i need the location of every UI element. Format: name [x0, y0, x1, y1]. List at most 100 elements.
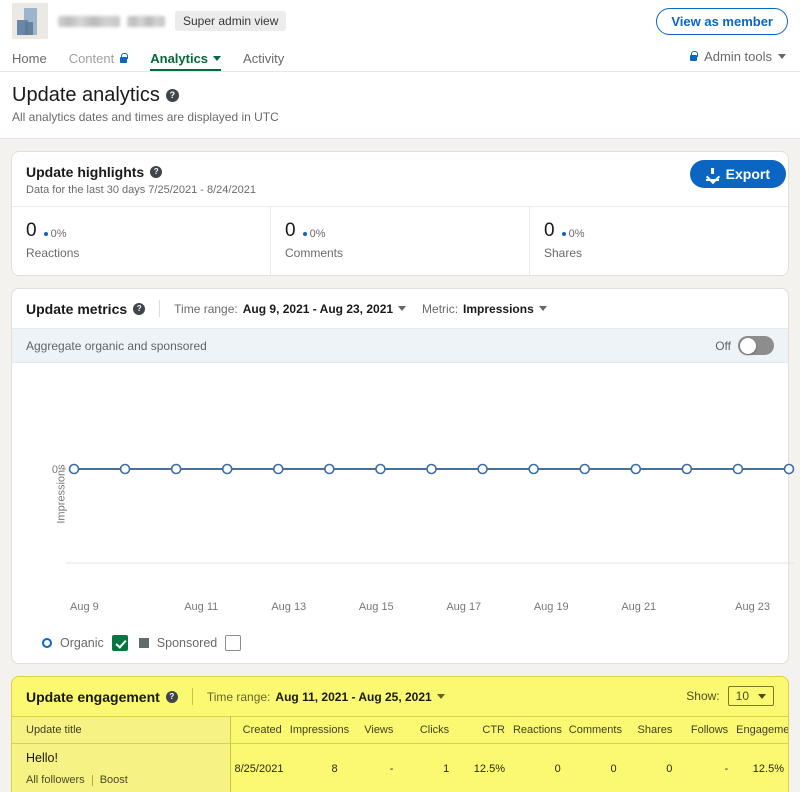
impressions-line-chart: Impressions 0 Aug 9 Aug 11 Aug 13 Aug 15 Aug… [12, 363, 795, 625]
chevron-down-icon [538, 306, 547, 311]
data-point[interactable] [681, 463, 693, 475]
boost-link[interactable]: Boost [100, 774, 128, 786]
col-clicks[interactable]: Clicks [397, 716, 454, 744]
col-impressions[interactable]: Impressions [285, 716, 349, 744]
company-logo-icon[interactable] [12, 3, 48, 39]
page-subtitle: All analytics dates and times are displa… [12, 110, 279, 124]
nav-item-activity-label: Activity [243, 51, 285, 66]
data-point[interactable] [375, 463, 386, 475]
nav-item-content-label: Content [68, 51, 115, 66]
show-rows-control: Show: 10 [686, 686, 774, 706]
x-tick-label: Aug 17 [446, 601, 482, 613]
nav-item-content[interactable]: Content [69, 51, 129, 71]
organization-name-redacted [58, 15, 165, 27]
x-tick-label: Aug 11 [184, 601, 219, 613]
legend-checkbox-organic[interactable] [111, 635, 128, 651]
table-header-row: Update title Created Impressions Views C… [12, 716, 788, 744]
help-icon[interactable]: ? [165, 89, 179, 102]
col-comments[interactable]: Comments [564, 716, 622, 744]
nav-item-home-label: Home [12, 51, 47, 66]
cell-ctr: 12.5% [473, 762, 505, 775]
legend-label-sponsored: Sponsored [156, 636, 218, 650]
export-button[interactable]: Export [689, 160, 786, 188]
stat-label: Shares [544, 246, 583, 260]
col-update-title[interactable]: Update title [12, 716, 231, 744]
legend-item-sponsored[interactable]: Sponsored [138, 635, 242, 651]
aggregate-toggle-switch[interactable] [738, 336, 774, 355]
page-title: Update analytics ? [12, 84, 788, 107]
data-point[interactable] [272, 463, 284, 475]
update-engagement-title-text: Update engagement [26, 688, 160, 705]
nav-item-activity[interactable]: Activity [243, 51, 284, 71]
primary-nav: Home Content Analytics Activity [0, 42, 800, 72]
legend-checkbox-sponsored[interactable] [225, 635, 242, 651]
stat-delta-text: 0% [568, 228, 585, 240]
data-point[interactable] [68, 463, 80, 475]
metric-value: Impressions [463, 301, 534, 316]
x-tick-label: Aug 13 [271, 601, 307, 613]
help-icon[interactable]: ? [133, 302, 146, 315]
chevron-down-icon [436, 694, 445, 699]
highlight-stat-shares: 0 0% Shares [530, 207, 788, 275]
x-tick-label: Aug 19 [533, 601, 569, 613]
data-point[interactable] [477, 463, 488, 475]
view-as-member-button[interactable]: View as member [656, 8, 788, 35]
col-ctr[interactable]: CTR [453, 716, 509, 744]
engagement-table: Update title Created Impressions Views C… [12, 716, 788, 792]
col-shares[interactable]: Shares [620, 716, 677, 744]
nav-item-analytics[interactable]: Analytics [150, 51, 222, 71]
data-point[interactable] [324, 463, 335, 475]
y-axis-title: Impressions [55, 464, 68, 524]
divider [159, 300, 161, 317]
stat-value: 0 [285, 220, 296, 241]
time-range-selector[interactable]: Time range: Aug 9, 2021 - Aug 23, 2021 [174, 302, 407, 316]
data-point[interactable] [732, 463, 744, 475]
update-metrics-card: Update metrics ? Time range: Aug 9, 2021… [11, 288, 795, 664]
data-point[interactable] [579, 463, 591, 475]
data-point[interactable] [426, 463, 437, 475]
nav-item-analytics-label: Analytics [150, 51, 209, 66]
chart-canvas[interactable]: 0 [24, 363, 800, 599]
update-metrics-title-text: Update metrics [26, 300, 128, 317]
data-point[interactable] [221, 463, 233, 475]
engagement-table-scroll: Update title Created Impressions Views C… [12, 716, 788, 792]
top-bar: Super admin view View as member [0, 0, 800, 42]
help-icon[interactable]: ? [165, 690, 178, 703]
col-engagement-rate[interactable]: Engagement rate [732, 716, 788, 744]
stat-delta-text: 0% [50, 228, 67, 240]
cell-views: - [389, 762, 394, 775]
data-point[interactable] [528, 463, 539, 475]
stat-label: Reactions [26, 246, 80, 260]
table-row[interactable]: Hello! All followers Boost 8/25/2021 8 -… [12, 743, 788, 792]
update-highlights-header: Update highlights ? Data for the last 30… [12, 152, 788, 206]
engagement-time-range-label: Time range: [206, 689, 271, 704]
update-title-text[interactable]: Hello! [26, 751, 226, 765]
col-follows[interactable]: Follows [676, 716, 733, 744]
col-views[interactable]: Views [341, 716, 398, 744]
cell-clicks: 1 [443, 762, 450, 775]
show-rows-select[interactable]: 10 [727, 686, 774, 706]
page-content: Update highlights ? Data for the last 30… [0, 139, 800, 792]
series-organic [68, 463, 795, 475]
stat-delta: 0% [302, 228, 325, 240]
metric-label: Metric: [422, 301, 459, 316]
col-created[interactable]: Created [230, 716, 286, 744]
data-point[interactable] [630, 463, 642, 475]
square-filled-icon [138, 638, 149, 648]
engagement-time-range-selector[interactable]: Time range: Aug 11, 2021 - Aug 25, 2021 [207, 690, 445, 704]
chevron-down-icon [758, 693, 766, 699]
delta-dot-icon [302, 232, 307, 236]
nav-item-home[interactable]: Home [12, 51, 47, 71]
data-point[interactable] [170, 463, 182, 475]
update-highlights-card: Update highlights ? Data for the last 30… [11, 151, 789, 276]
admin-tools-menu[interactable]: Admin tools [689, 49, 786, 64]
cell-update-title: Hello! All followers Boost [12, 743, 231, 792]
update-meta: All followers Boost [26, 774, 226, 786]
legend-item-organic[interactable]: Organic [42, 635, 128, 651]
help-icon[interactable]: ? [150, 166, 163, 178]
data-point[interactable] [783, 463, 795, 475]
col-reactions[interactable]: Reactions [508, 716, 565, 744]
stat-value: 0 [26, 220, 37, 241]
metric-selector[interactable]: Metric: Impressions [422, 302, 547, 316]
data-point[interactable] [119, 463, 131, 475]
